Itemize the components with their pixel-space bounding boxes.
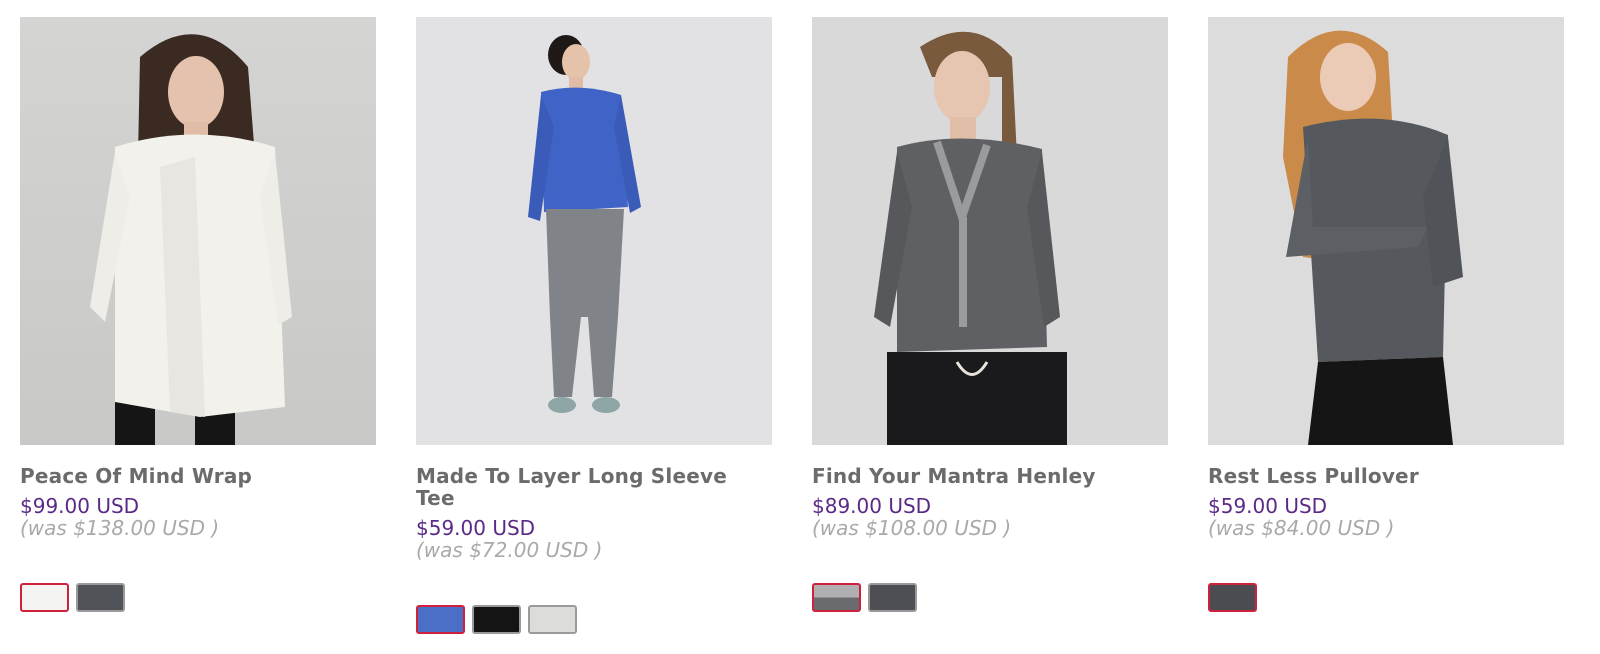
product-name[interactable]: Find Your Mantra Henley (812, 465, 1152, 487)
color-swatch-white[interactable] (20, 583, 69, 612)
product-price: $99.00 USD (20, 494, 140, 518)
product-card: Made To Layer Long Sleeve Tee $59.00 USD… (416, 17, 772, 634)
color-swatches (20, 583, 376, 612)
product-name[interactable]: Rest Less Pullover (1208, 465, 1548, 487)
product-price: $59.00 USD (1208, 494, 1328, 518)
color-swatch-grey-colorblock[interactable] (812, 583, 861, 612)
color-swatches (1208, 583, 1564, 612)
product-grid: Peace Of Mind Wrap $99.00 USD (was $138.… (0, 0, 1600, 654)
color-swatch-heathered-light-grey[interactable] (528, 605, 577, 634)
product-image[interactable] (1208, 17, 1564, 445)
color-swatches (416, 605, 772, 634)
color-swatch-dark-grey[interactable] (868, 583, 917, 612)
product-card: Peace Of Mind Wrap $99.00 USD (was $138.… (20, 17, 376, 612)
product-image[interactable] (416, 17, 772, 445)
product-image[interactable] (812, 17, 1168, 445)
product-was-price: (was $84.00 USD ) (1208, 516, 1395, 540)
product-image[interactable] (20, 17, 376, 445)
product-was-price: (was $72.00 USD ) (416, 538, 603, 562)
color-swatch-black[interactable] (472, 605, 521, 634)
product-name[interactable]: Made To Layer Long Sleeve Tee (416, 465, 756, 509)
color-swatches (812, 583, 1168, 612)
color-swatch-heathered-blue[interactable] (416, 605, 465, 634)
product-was-price: (was $108.00 USD ) (812, 516, 1012, 540)
product-card: Find Your Mantra Henley $89.00 USD (was … (812, 17, 1168, 612)
product-card: Rest Less Pullover $59.00 USD (was $84.0… (1208, 17, 1564, 612)
product-price: $59.00 USD (416, 516, 536, 540)
color-swatch-dark-heather-grey[interactable] (76, 583, 125, 612)
product-was-price: (was $138.00 USD ) (20, 516, 220, 540)
product-name[interactable]: Peace Of Mind Wrap (20, 465, 360, 487)
product-price: $89.00 USD (812, 494, 932, 518)
color-swatch-heathered-black[interactable] (1208, 583, 1257, 612)
